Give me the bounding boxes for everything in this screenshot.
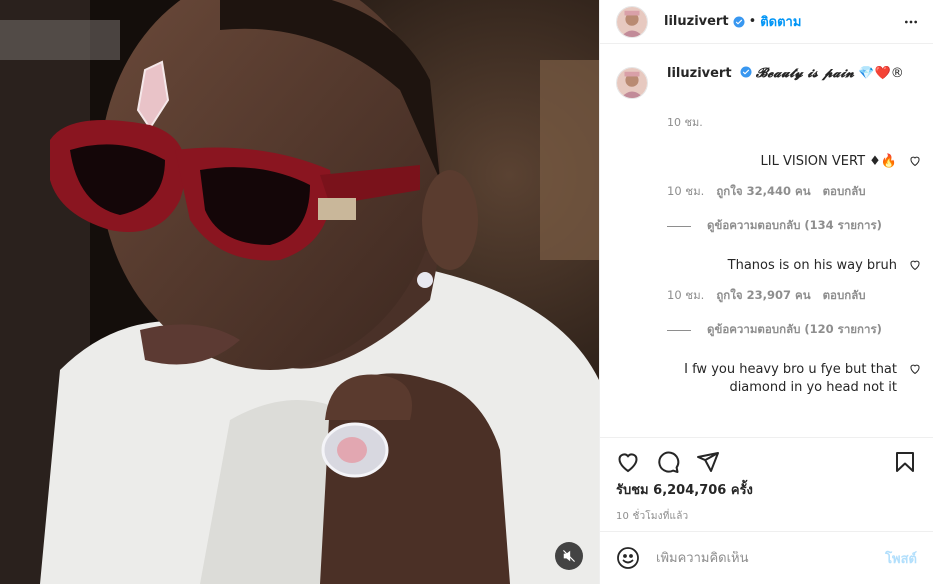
- comment-item: LIL VISION VERT ♦🔥 10 ชม. ถูกใจ 32,440 ค…: [667, 153, 920, 235]
- caption-username[interactable]: liluzivert: [667, 66, 732, 81]
- verified-icon: [733, 16, 745, 27]
- mute-icon: [563, 550, 575, 562]
- heart-icon[interactable]: [616, 450, 640, 474]
- comment-item: I fw you heavy bro u fye but that diamon…: [667, 361, 920, 397]
- caption-emojis: 💎❤️®: [858, 66, 904, 81]
- comment-time: 10 ชม.: [667, 288, 705, 302]
- verified-icon: [740, 66, 752, 78]
- header-username[interactable]: liluzivert: [664, 14, 729, 29]
- action-bar: [616, 438, 917, 486]
- comment-text: Thanos is on his way bruh: [727, 258, 897, 273]
- more-options-button[interactable]: [903, 14, 919, 30]
- bookmark-icon[interactable]: [893, 450, 917, 474]
- comment-meta: 10 ชม. ถูกใจ 32,440 คน ตอบกลับ: [667, 183, 897, 201]
- comment-input[interactable]: [656, 550, 886, 566]
- post-header: liluzivert • ติดตาม: [600, 0, 933, 44]
- comment-likes[interactable]: ถูกใจ 32,440 คน: [716, 183, 810, 201]
- comment-item: Thanos is on his way bruh 10 ชม. ถูกใจ 2…: [667, 257, 920, 339]
- avatar[interactable]: [616, 5, 648, 38]
- view-count[interactable]: รับชม 6,204,706 ครั้ง: [616, 482, 917, 500]
- comment-time: 10 ชม.: [667, 184, 705, 198]
- view-replies-button[interactable]: ดูข้อความตอบกลับ (134 รายการ): [667, 217, 897, 235]
- reply-button[interactable]: ตอบกลับ: [823, 183, 866, 201]
- add-comment-bar: โพสต์: [600, 531, 933, 584]
- view-replies-label: ดูข้อความตอบกลับ (134 รายการ): [707, 218, 882, 232]
- heart-icon[interactable]: [909, 259, 921, 271]
- heart-icon[interactable]: [909, 155, 921, 167]
- post-video[interactable]: [0, 0, 599, 584]
- mute-button[interactable]: [555, 542, 583, 570]
- post-side-panel: liluzivert • ติดตาม liluzivert 𝓑𝓮𝓪𝓾𝓽𝔂 𝓲𝓼…: [599, 0, 933, 584]
- heart-icon[interactable]: [909, 363, 921, 375]
- post-timestamp[interactable]: 10 ชั่วโมงที่แล้ว: [616, 509, 917, 524]
- post-actions-section: รับชม 6,204,706 ครั้ง 10 ชั่วโมงที่แล้ว: [600, 437, 933, 524]
- follow-button[interactable]: ติดตาม: [760, 11, 801, 32]
- comments-list[interactable]: liluzivert 𝓑𝓮𝓪𝓾𝓽𝔂 𝓲𝓼 𝓹𝓪𝓲𝓷 💎❤️® 10 ชม. LI…: [600, 65, 933, 436]
- replies-divider: [667, 329, 691, 331]
- comment-meta: 10 ชม. ถูกใจ 23,907 คน ตอบกลับ: [667, 287, 897, 305]
- video-frame: [0, 0, 599, 584]
- caption: liluzivert 𝓑𝓮𝓪𝓾𝓽𝔂 𝓲𝓼 𝓹𝓪𝓲𝓷 💎❤️®: [616, 65, 917, 99]
- caption-avatar[interactable]: [616, 67, 648, 99]
- caption-timestamp: 10 ชม.: [667, 116, 703, 129]
- emoji-icon[interactable]: [616, 546, 640, 570]
- replies-divider: [667, 225, 691, 227]
- comment-text: I fw you heavy bro u fye but that diamon…: [684, 362, 897, 395]
- separator-dot: •: [748, 14, 757, 29]
- share-icon[interactable]: [696, 450, 720, 474]
- comment-text: LIL VISION VERT ♦🔥: [760, 154, 897, 169]
- more-options-icon: [905, 20, 917, 23]
- reply-button[interactable]: ตอบกลับ: [823, 287, 866, 305]
- view-replies-label: ดูข้อความตอบกลับ (120 รายการ): [707, 322, 882, 336]
- comment-likes[interactable]: ถูกใจ 23,907 คน: [716, 287, 810, 305]
- comment-icon[interactable]: [656, 450, 680, 474]
- post-comment-button[interactable]: โพสต์: [885, 548, 917, 569]
- caption-text: 𝓑𝓮𝓪𝓾𝓽𝔂 𝓲𝓼 𝓹𝓪𝓲𝓷: [755, 66, 855, 81]
- view-replies-button[interactable]: ดูข้อความตอบกลับ (120 รายการ): [667, 321, 897, 339]
- instagram-post: liluzivert • ติดตาม liluzivert 𝓑𝓮𝓪𝓾𝓽𝔂 𝓲𝓼…: [0, 0, 933, 584]
